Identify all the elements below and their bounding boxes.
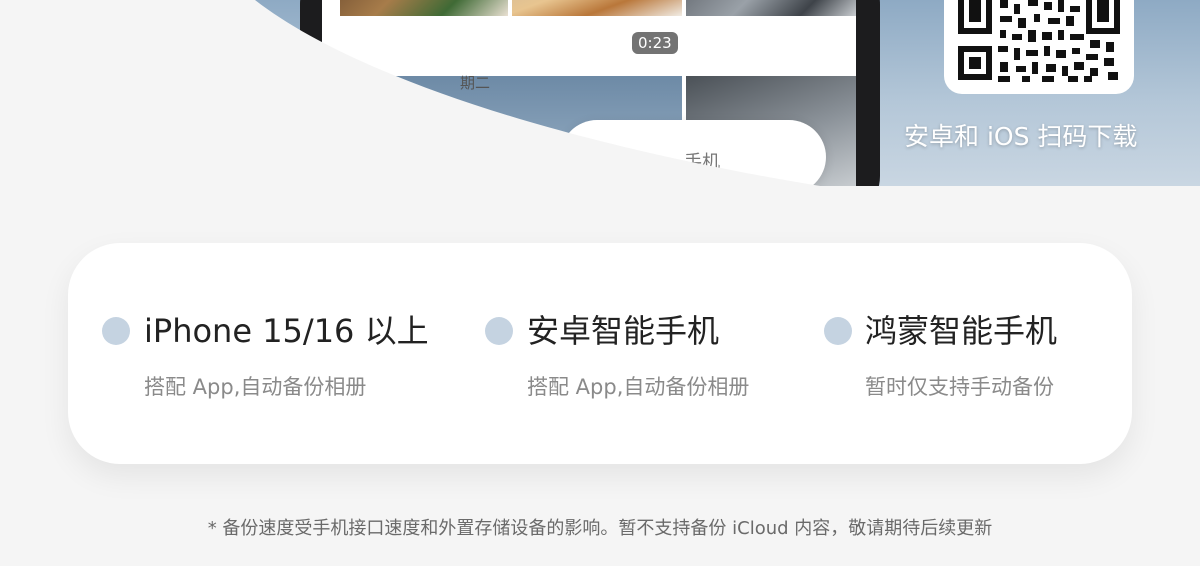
bullet-dot-iphone — [102, 317, 130, 345]
feature-title-harmony: 鸿蒙智能手机 — [865, 312, 1058, 350]
qr-code-icon — [958, 0, 1120, 82]
feature-subtitle-harmony: 暂时仅支持手动备份 — [865, 375, 1054, 399]
compatibility-card — [68, 243, 1132, 464]
feature-subtitle-iphone: 搭配 App,自动备份相册 — [144, 375, 367, 399]
feature-subtitle-android: 搭配 App,自动备份相册 — [527, 375, 750, 399]
bullet-dot-android — [485, 317, 513, 345]
hero-banner: 0:23 期二 手机 安卓和 iOS 扫码下载 — [0, 0, 1200, 186]
feature-title-iphone: iPhone 15/16 以上 — [144, 312, 429, 350]
footnote: * 备份速度受手机接口速度和外置存储设备的影响。暂不支持备份 iCloud 内容… — [207, 518, 993, 539]
feature-title-android: 安卓智能手机 — [527, 312, 720, 350]
qr-caption: 安卓和 iOS 扫码下载 — [904, 122, 1138, 151]
bullet-dot-harmony — [824, 317, 852, 345]
